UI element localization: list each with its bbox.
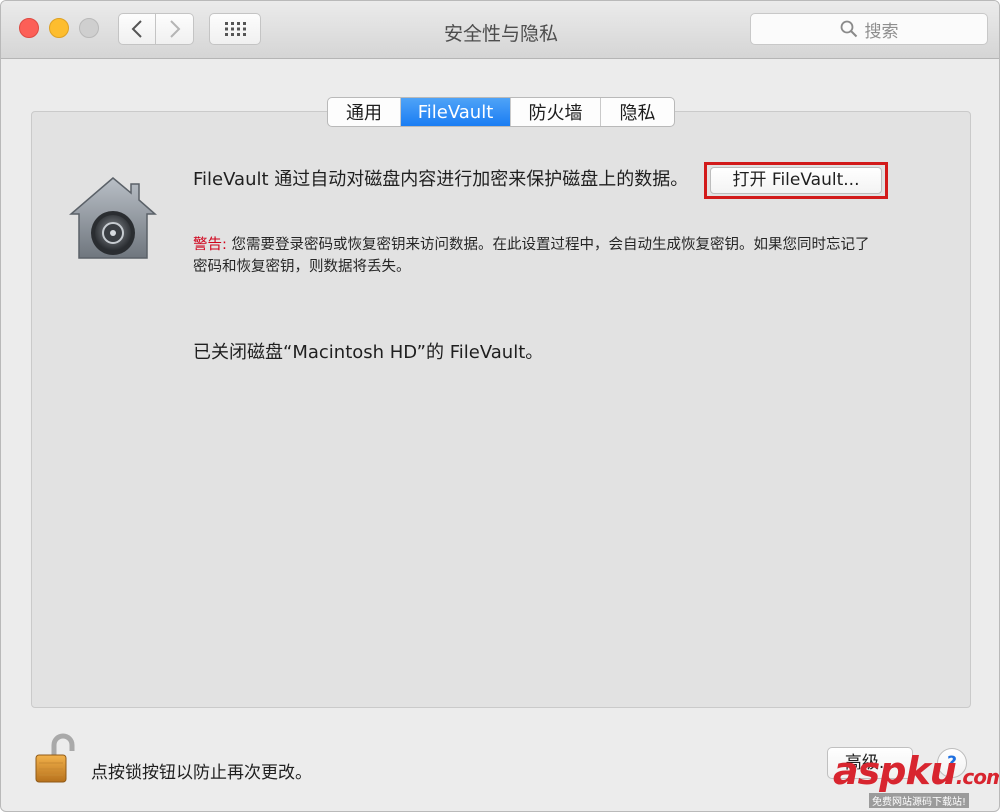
tab-firewall[interactable]: 防火墙 [511, 98, 601, 126]
filevault-warning: 警告: 您需要登录密码或恢复密钥来访问数据。在此设置过程中，会自动生成恢复密钥。… [193, 234, 883, 278]
search-placeholder: 搜索 [864, 21, 899, 42]
warning-text: 您需要登录密码或恢复密钥来访问数据。在此设置过程中，会自动生成恢复密钥。如果您同… [193, 237, 870, 275]
watermark-brand: aspku [833, 749, 957, 793]
filevault-description: FileVault 通过自动对磁盘内容进行加密来保护磁盘上的数据。 [193, 169, 689, 190]
filevault-status: 已关闭磁盘“Macintosh HD”的 FileVault。 [193, 342, 544, 363]
search-field[interactable]: 搜索 [750, 13, 988, 45]
tab-general[interactable]: 通用 [328, 98, 401, 126]
title-bar: 安全性与隐私 搜索 [1, 1, 999, 59]
tab-privacy[interactable]: 隐私 [601, 98, 674, 126]
watermark-domain: .com [955, 765, 999, 789]
search-icon [840, 20, 857, 38]
filevault-house-icon [69, 177, 157, 259]
unlocked-padlock-icon[interactable] [32, 733, 76, 785]
site-watermark: aspku.com 免费网站源码下载站! [833, 749, 999, 809]
watermark-logo: aspku.com [833, 749, 999, 793]
tab-filevault[interactable]: FileVault [401, 98, 511, 126]
content-panel [31, 111, 971, 708]
watermark-subtext: 免费网站源码下载站! [869, 793, 970, 808]
warning-label: 警告: [193, 237, 227, 253]
lock-instruction: 点按锁按钮以防止再次更改。 [91, 763, 312, 783]
turn-on-filevault-button[interactable]: 打开 FileVault... [710, 167, 882, 194]
tab-bar: 通用 FileVault 防火墙 隐私 [327, 97, 675, 127]
preferences-window: 安全性与隐私 搜索 通用 FileVault 防火墙 隐私 FileVault … [0, 0, 1000, 812]
